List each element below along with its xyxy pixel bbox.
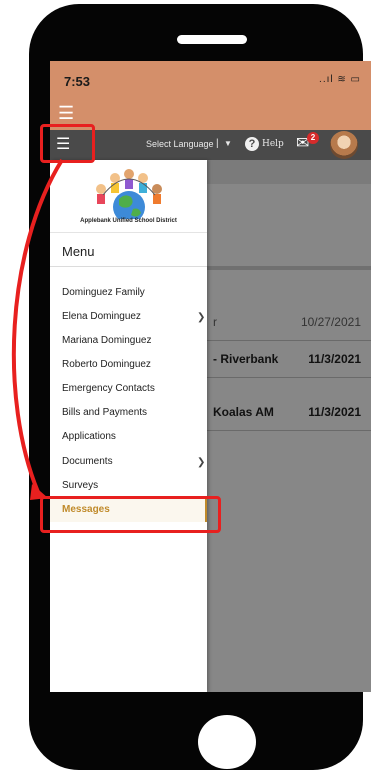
list-item-date: 10/27/2021: [300, 315, 361, 329]
select-language-link[interactable]: Select Language: [146, 139, 214, 149]
menu-item-emergency-contacts[interactable]: Emergency Contacts: [50, 377, 207, 401]
list-item: r 10/27/2021: [207, 304, 371, 341]
list-item-text: - Riverbank: [213, 352, 279, 366]
menu-title: Menu: [62, 244, 95, 259]
language-caret-icon[interactable]: ▼: [224, 139, 232, 148]
menu-item-label: Dominguez Family: [62, 287, 145, 298]
menu-item-label: Emergency Contacts: [62, 383, 155, 394]
menu-item-label: Mariana Dominguez: [62, 335, 152, 346]
avatar[interactable]: [330, 131, 358, 159]
list-item-text: Koalas AM: [213, 405, 274, 419]
district-name: Applebank Unified School District: [80, 218, 177, 224]
toolbar-separator: |: [216, 138, 219, 149]
district-logo-image: [96, 169, 162, 219]
menu-item-dominguez-family[interactable]: Dominguez Family: [50, 281, 207, 305]
chevron-right-icon: ❯: [197, 312, 206, 323]
district-logo: Applebank Unified School District: [50, 160, 207, 233]
status-icons: ..ıl ≋ ▭: [319, 74, 361, 85]
menu-item-applications[interactable]: Applications: [50, 425, 207, 449]
menu-item-elena-dominguez[interactable]: Elena Dominguez ❯: [50, 305, 207, 329]
list-item: Koalas AM 11/3/2021: [207, 394, 371, 431]
status-bar: 7:53 ..ıl ≋ ▭: [50, 61, 371, 101]
message-count-badge: 2: [307, 132, 319, 144]
list-item-date: 11/3/2021: [308, 352, 361, 366]
highlight-box-messages: [40, 496, 221, 533]
list-item: - Riverbank 11/3/2021: [207, 341, 371, 378]
app-screen: 7:53 ..ıl ≋ ▭ ☰ ☰ Select Language | ▼ ? …: [50, 61, 371, 692]
status-time: 7:53: [64, 74, 91, 89]
menu-icon[interactable]: ☰: [58, 103, 74, 123]
menu-item-bills-and-payments[interactable]: Bills and Payments: [50, 401, 207, 425]
menu-item-label: Surveys: [62, 480, 99, 491]
background-band: [207, 266, 371, 270]
app-header: ☰: [50, 101, 371, 130]
highlight-box-menu-button: [40, 124, 95, 163]
toolbar: ☰ Select Language | ▼ ? Help ✉ 2: [50, 130, 371, 160]
list-item-date: 11/3/2021: [308, 405, 361, 419]
menu-item-label: Elena Dominguez: [62, 311, 141, 322]
menu-item-mariana-dominguez[interactable]: Mariana Dominguez: [50, 329, 207, 353]
home-button[interactable]: [198, 715, 256, 769]
list-item-text: r: [213, 315, 217, 329]
menu-item-label: Applications: [62, 431, 116, 442]
chevron-right-icon: ❯: [197, 457, 206, 468]
phone-speaker: [177, 35, 247, 44]
menu-item-label: Roberto Dominguez: [62, 359, 151, 370]
help-circle-icon[interactable]: ?: [245, 137, 259, 151]
menu-item-documents[interactable]: Documents ❯: [50, 450, 207, 474]
menu-item-surveys[interactable]: Surveys: [50, 474, 207, 498]
help-link[interactable]: Help: [262, 139, 284, 149]
menu-item-label: Documents: [62, 456, 113, 467]
menu-item-label: Bills and Payments: [62, 407, 148, 418]
divider: [50, 266, 207, 267]
menu-item-roberto-dominguez[interactable]: Roberto Dominguez: [50, 353, 207, 377]
side-drawer: Applebank Unified School District Menu D…: [50, 160, 207, 692]
background-band: [207, 160, 371, 184]
